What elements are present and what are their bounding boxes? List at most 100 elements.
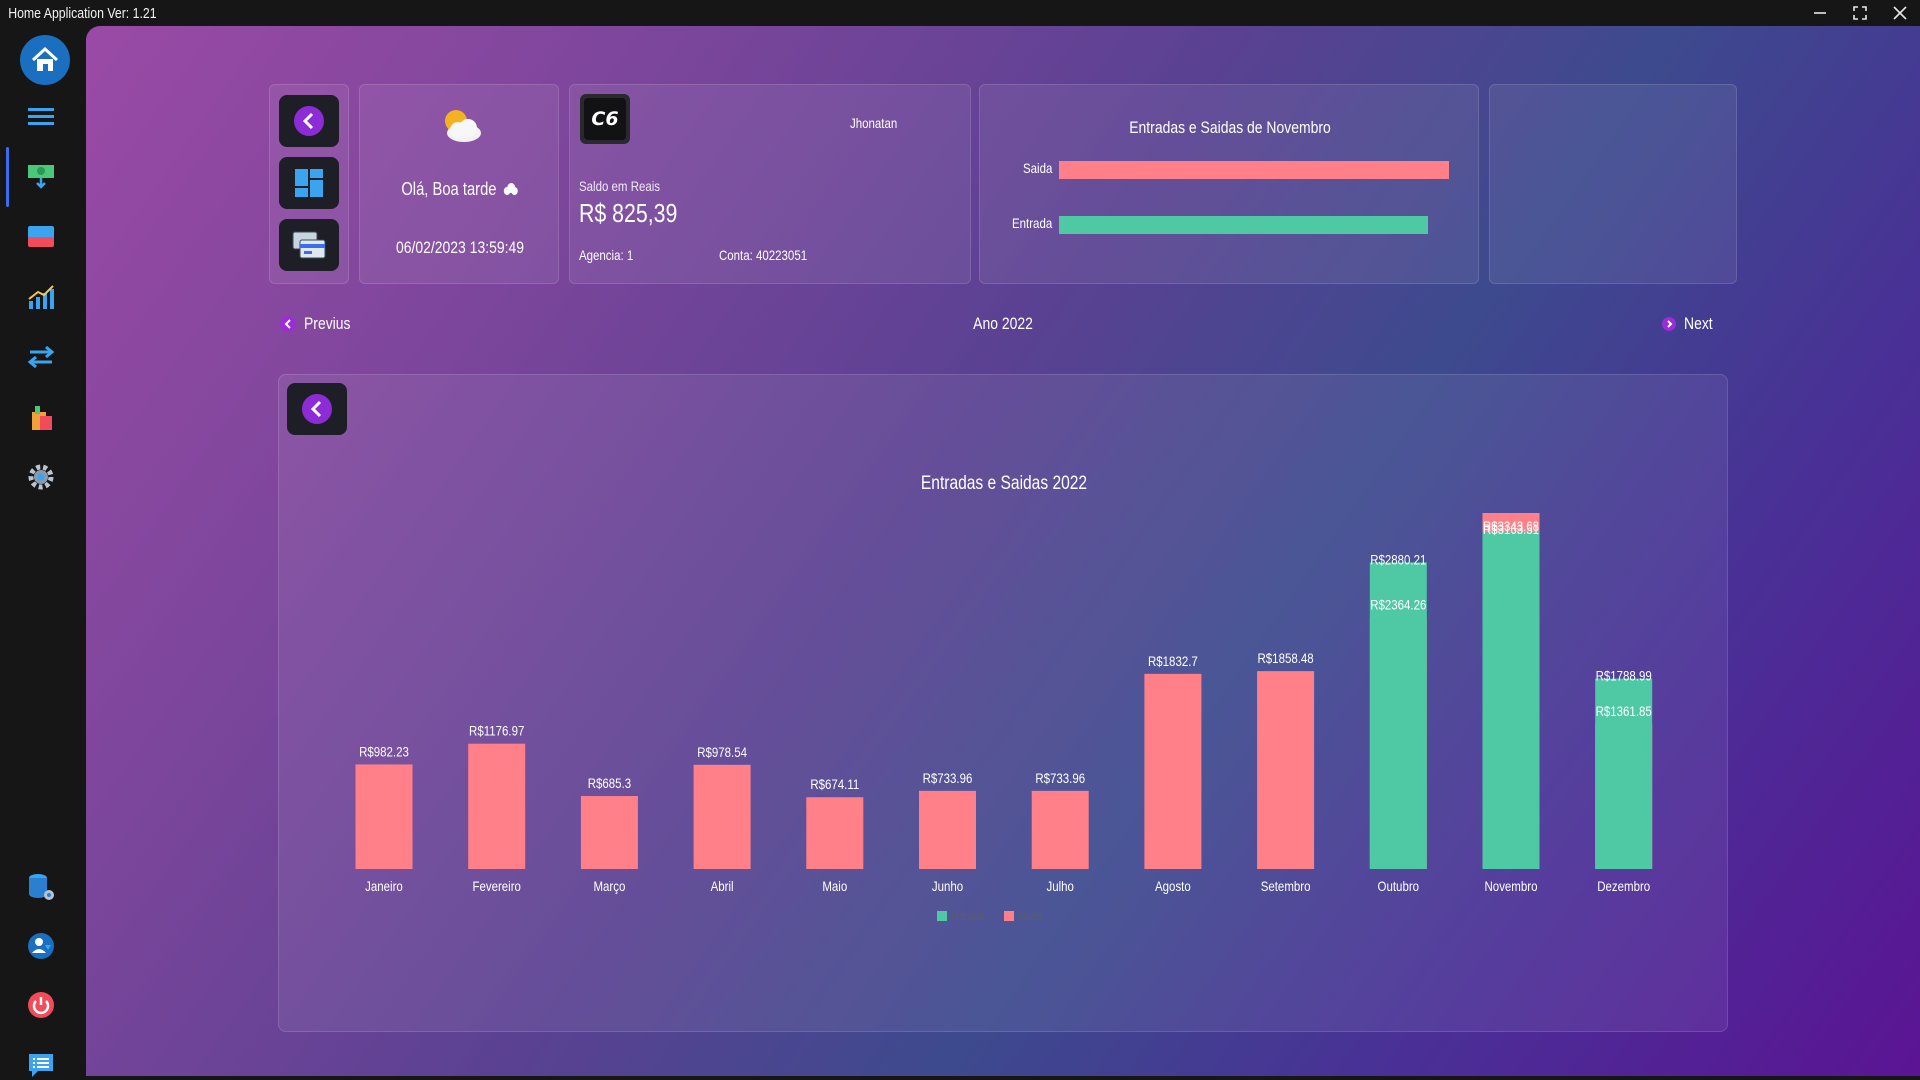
- category-label: Outubro: [1378, 878, 1419, 894]
- sidebar: [0, 26, 86, 1080]
- entrada-label: Entrada: [1012, 215, 1053, 231]
- close-icon: [1893, 6, 1907, 20]
- saida-data-label: R$733.96: [1035, 770, 1085, 786]
- saida-bar: [1059, 161, 1449, 179]
- entrada-bar: [1482, 532, 1540, 869]
- bank-logo-text: C6: [584, 98, 626, 140]
- category-label: Novembro: [1485, 878, 1538, 894]
- saida-data-label: R$3343.68: [1483, 518, 1539, 534]
- saida-label: Saida: [1023, 160, 1053, 176]
- saida-bar: [919, 790, 976, 869]
- chevron-left-icon: [280, 316, 296, 332]
- saida-data-label: R$2364.26: [1370, 596, 1426, 612]
- legend-label: saida: [1018, 910, 1042, 923]
- settings-gear-icon: [28, 464, 54, 490]
- category-label: Junho: [932, 878, 963, 894]
- datetime: 06/02/2023 13:59:49: [396, 238, 524, 257]
- sidebar-item-messages[interactable]: [20, 1044, 62, 1080]
- balance-value: R$ 825,39: [579, 198, 678, 228]
- chart-legend: entrada saida: [937, 910, 1042, 923]
- saida-data-label: R$982.23: [359, 743, 409, 759]
- category-label: Maio: [822, 878, 847, 894]
- saida-data-label: R$1858.48: [1258, 650, 1314, 666]
- category-label: Janeiro: [365, 878, 403, 894]
- previous-label: Previus: [304, 314, 351, 333]
- saida-data-label: R$1176.97: [469, 723, 524, 739]
- saida-bar: [806, 797, 864, 869]
- next-button[interactable]: Next: [1662, 314, 1719, 334]
- account-number: Conta: 40223051: [719, 247, 808, 263]
- sidebar-item-shopping[interactable]: [20, 396, 62, 438]
- window-controls: [1800, 0, 1920, 26]
- saida-bar: [1144, 673, 1202, 869]
- saida-bar: [468, 743, 526, 869]
- sidebar-item-database[interactable]: [20, 866, 62, 908]
- saida-bar: [693, 764, 751, 869]
- database-settings-icon: [29, 874, 54, 900]
- balance-label: Saldo em Reais: [579, 178, 661, 194]
- cards-button[interactable]: [279, 219, 339, 271]
- category-label: Dezembro: [1597, 878, 1650, 894]
- sidebar-item-home[interactable]: [20, 35, 70, 85]
- user-icon: [28, 933, 54, 959]
- month-summary-card: Entradas e Saidas de Novembro Saida Entr…: [979, 84, 1479, 284]
- window-title: Home Application Ver: 1.21: [8, 4, 157, 22]
- chart-bars: R$982.23 Janeiro R$1176.97 Fevereiro R$685.3…: [355, 513, 1653, 894]
- bank-logo: C6: [580, 94, 630, 144]
- back-arrow-icon: [294, 106, 324, 136]
- minimize-button[interactable]: [1800, 0, 1840, 26]
- legend-swatch: [1004, 911, 1014, 921]
- category-label: Abril: [711, 878, 734, 894]
- sidebar-item-logout[interactable]: [20, 984, 62, 1026]
- menu-icon: [28, 108, 54, 125]
- minimize-icon: [1814, 12, 1826, 14]
- legend-label: entrada: [951, 910, 985, 923]
- saida-data-label: R$1361.85: [1596, 703, 1652, 719]
- next-label: Next: [1684, 314, 1713, 333]
- card-icon: [28, 226, 54, 247]
- chevron-right-icon: [1662, 317, 1676, 331]
- sidebar-item-growth[interactable]: [20, 276, 62, 318]
- main-panel: Olá, Boa tarde 06/02/2023 13:59:49 C6 Jh…: [86, 26, 1920, 1076]
- close-button[interactable]: [1880, 0, 1920, 26]
- maximize-button[interactable]: [1840, 0, 1880, 26]
- sidebar-item-transfer[interactable]: [20, 336, 62, 378]
- category-label: Setembro: [1261, 878, 1311, 894]
- saida-data-label: R$733.96: [923, 770, 973, 786]
- cloud-icon: [503, 183, 518, 195]
- transfer-icon: [27, 345, 55, 369]
- cards-icon: [292, 231, 326, 259]
- shopping-icon: [32, 406, 52, 430]
- dashboard-button[interactable]: [279, 157, 339, 209]
- saida-data-label: R$1832.7: [1148, 653, 1198, 669]
- saida-data-label: R$674.11: [810, 776, 859, 792]
- sidebar-item-menu[interactable]: [20, 96, 62, 138]
- sidebar-item-user[interactable]: [20, 925, 62, 967]
- annual-chart-card: Entradas e Saidas 2022 R$982.23 Janeiro R$…: [278, 374, 1728, 1032]
- greeting-text: Olá, Boa tarde: [401, 179, 497, 199]
- home-icon: [20, 35, 70, 85]
- empty-card: [1489, 84, 1737, 284]
- sidebar-item-income[interactable]: [20, 154, 62, 196]
- maximize-icon: [1853, 6, 1867, 20]
- chart-title: Entradas e Saidas 2022: [921, 472, 1087, 494]
- agency: Agencia: 1: [579, 247, 634, 263]
- category-label: Fevereiro: [472, 878, 520, 894]
- sidebar-item-settings[interactable]: [20, 456, 62, 498]
- account-owner: Jhonatan: [850, 115, 898, 131]
- month-summary-title: Entradas e Saidas de Novembro: [1129, 118, 1331, 137]
- year-label: Ano 2022: [973, 314, 1033, 333]
- previous-button[interactable]: Previus: [280, 314, 361, 334]
- power-icon: [28, 992, 54, 1018]
- annual-bar-chart: Entradas e Saidas 2022 R$982.23JaneiroR$…: [355, 472, 1653, 923]
- account-card: C6 Jhonatan Saldo em Reais R$ 825,39 Age…: [569, 84, 971, 284]
- back-button[interactable]: [279, 95, 339, 147]
- income-icon: [28, 165, 54, 189]
- saida-data-label: R$685.3: [588, 775, 631, 791]
- saida-data-label: R$978.54: [697, 744, 747, 760]
- active-indicator: [6, 147, 9, 207]
- greeting-text-row: Olá, Boa tarde: [401, 179, 518, 200]
- dashboard-icon: [295, 169, 323, 197]
- sidebar-item-card[interactable]: [20, 216, 62, 258]
- saida-bar: [355, 764, 413, 869]
